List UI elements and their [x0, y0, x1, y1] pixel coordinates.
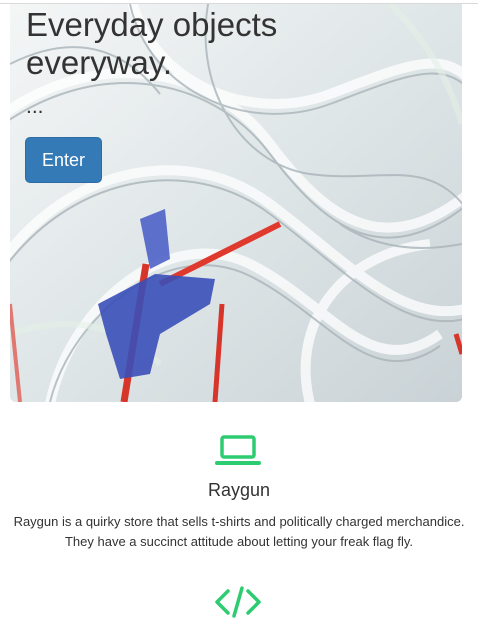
hero-title: Everyday objects everyway. [26, 6, 278, 81]
hero-jumbotron: Everyday objects everyway. ... Enter [10, 4, 462, 402]
code-icon [215, 586, 261, 618]
laptop-icon [215, 435, 261, 465]
enter-button[interactable]: Enter [25, 137, 102, 183]
feature-title: Raygun [207, 480, 271, 500]
feature-description: Raygun is a quirky store that sells t-sh… [13, 514, 465, 549]
hero-subtitle: ... [26, 95, 44, 118]
